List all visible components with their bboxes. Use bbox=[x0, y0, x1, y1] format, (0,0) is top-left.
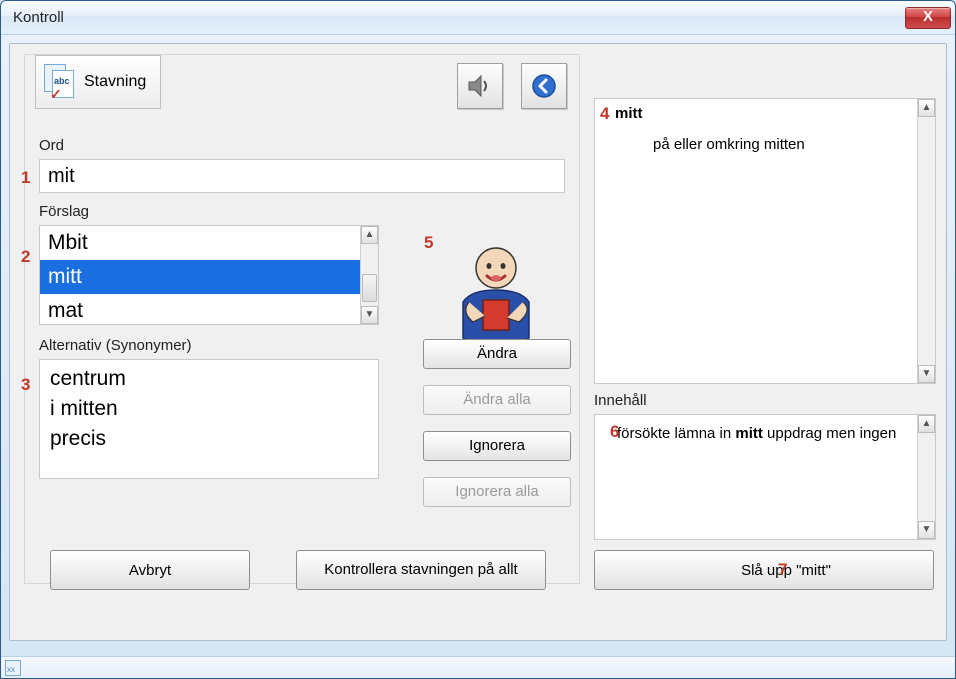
scroll-down-icon[interactable]: ▼ bbox=[918, 365, 935, 383]
lookup-button-label: Slå upp "mitt" bbox=[697, 562, 831, 579]
list-item[interactable]: centrum bbox=[50, 364, 368, 394]
back-button[interactable] bbox=[521, 63, 567, 109]
context-scrollbar[interactable]: ▲ ▼ bbox=[917, 415, 935, 539]
scroll-up-icon[interactable]: ▲ bbox=[918, 415, 935, 433]
context-highlight: mitt bbox=[735, 425, 763, 442]
content-frame: abc ✓ Stavning bbox=[9, 43, 947, 641]
suggestions-items: Mbit mitt mat bbox=[40, 226, 360, 324]
client-area: abc ✓ Stavning bbox=[1, 35, 955, 678]
context-before: försökte lämna in bbox=[617, 425, 735, 442]
back-arrow-icon bbox=[530, 72, 558, 100]
window-title: Kontroll bbox=[13, 9, 905, 26]
spellcheck-icon: abc ✓ bbox=[44, 64, 76, 100]
marker-2: 2 bbox=[21, 247, 30, 267]
list-item[interactable]: mitt bbox=[40, 260, 360, 294]
check-all-button[interactable]: Kontrollera stavningen på allt bbox=[296, 550, 546, 590]
scroll-down-icon[interactable]: ▼ bbox=[918, 521, 935, 539]
window: Kontroll X abc ✓ Stavning bbox=[0, 0, 956, 679]
cancel-button[interactable]: Avbryt bbox=[50, 550, 250, 590]
scroll-down-icon[interactable]: ▼ bbox=[361, 306, 378, 324]
definition-panel: mitt på eller omkring mitten ▲ ▼ bbox=[594, 98, 936, 384]
suggestions-scrollbar[interactable]: ▲ ▼ bbox=[360, 226, 378, 324]
change-button[interactable]: Ändra bbox=[423, 339, 571, 369]
change-all-button: Ändra alla bbox=[423, 385, 571, 415]
label-forslag: Förslag bbox=[39, 203, 89, 220]
title-bar[interactable]: Kontroll X bbox=[1, 1, 955, 35]
character-illustration bbox=[431, 235, 561, 355]
definition-headword: mitt bbox=[615, 105, 913, 122]
scroll-up-icon[interactable]: ▲ bbox=[918, 99, 935, 117]
marker-1: 1 bbox=[21, 168, 30, 188]
label-ord: Ord bbox=[39, 137, 64, 154]
left-panel: abc ✓ Stavning bbox=[24, 54, 580, 584]
lookup-button[interactable]: Slå upp "mitt" bbox=[594, 550, 934, 590]
list-item[interactable]: precis bbox=[50, 424, 368, 454]
label-alternativ: Alternativ (Synonymer) bbox=[39, 337, 192, 354]
suggestions-listbox[interactable]: Mbit mitt mat ▲ ▼ bbox=[39, 225, 379, 325]
ignore-all-button: Ignorera alla bbox=[423, 477, 571, 507]
definition-scrollbar[interactable]: ▲ ▼ bbox=[917, 99, 935, 383]
context-body: försökte lämna in mitt uppdrag men ingen bbox=[603, 421, 913, 442]
context-after: uppdrag men ingen bbox=[763, 425, 896, 442]
tab-spelling[interactable]: abc ✓ Stavning bbox=[35, 55, 161, 109]
tab-strip: abc ✓ Stavning bbox=[35, 55, 161, 111]
list-item[interactable]: Mbit bbox=[40, 226, 360, 260]
status-bar bbox=[1, 656, 955, 678]
scroll-up-icon[interactable]: ▲ bbox=[361, 226, 378, 244]
synonyms-box[interactable]: centrum i mitten precis bbox=[39, 359, 379, 479]
label-innehall: Innehåll bbox=[594, 392, 647, 409]
close-button[interactable]: X bbox=[905, 7, 951, 29]
definition-text: på eller omkring mitten bbox=[653, 136, 913, 153]
scroll-thumb[interactable] bbox=[362, 274, 377, 302]
person-icon bbox=[441, 240, 551, 350]
list-item[interactable]: mat bbox=[40, 294, 360, 325]
speaker-icon bbox=[466, 73, 494, 99]
list-item[interactable]: i mitten bbox=[50, 394, 368, 424]
tab-spelling-label: Stavning bbox=[84, 73, 146, 91]
context-panel: försökte lämna in mitt uppdrag men ingen… bbox=[594, 414, 936, 540]
word-input[interactable] bbox=[39, 159, 565, 193]
ignore-button[interactable]: Ignorera bbox=[423, 431, 571, 461]
document-icon bbox=[5, 660, 21, 676]
marker-3: 3 bbox=[21, 375, 30, 395]
close-icon: X bbox=[923, 8, 933, 25]
speak-button[interactable] bbox=[457, 63, 503, 109]
definition-body: mitt på eller omkring mitten bbox=[603, 105, 913, 153]
